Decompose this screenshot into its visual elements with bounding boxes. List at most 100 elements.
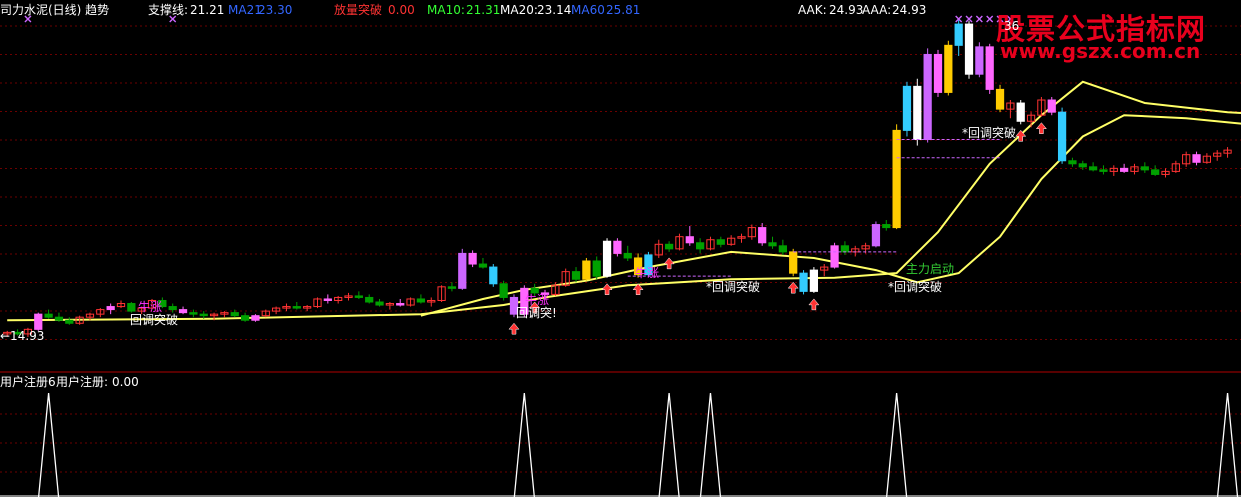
candle-body bbox=[592, 260, 601, 277]
ma21-value: 23.30 bbox=[258, 3, 293, 17]
stock-chart[interactable] bbox=[0, 0, 1241, 497]
candle-body bbox=[840, 245, 850, 253]
candle-body bbox=[447, 286, 457, 289]
candle-body bbox=[571, 271, 581, 280]
buy-arrow-icon bbox=[508, 322, 520, 335]
subpanel-label: 用户注册: bbox=[56, 375, 109, 389]
subpanel-title: 用户注册6 bbox=[0, 375, 56, 389]
ma20-label: MA20: bbox=[500, 3, 538, 17]
candle-body bbox=[230, 312, 239, 317]
candle-body bbox=[1140, 166, 1149, 171]
candle-body bbox=[54, 316, 64, 321]
candle-body bbox=[489, 266, 498, 285]
candle-body bbox=[923, 53, 932, 140]
buy-arrow-icon bbox=[1035, 122, 1047, 134]
candle-body bbox=[189, 312, 198, 315]
candle-body bbox=[830, 245, 839, 268]
candle-body bbox=[178, 309, 188, 314]
candle-body bbox=[44, 313, 53, 318]
signal-spike bbox=[699, 392, 722, 497]
candle-body bbox=[323, 298, 332, 301]
candle-body bbox=[944, 44, 953, 93]
candle-body bbox=[292, 306, 301, 309]
watermark: 股票公式指标网 www.gszx.com.cn bbox=[996, 6, 1231, 64]
chart-title: 司力水泥(日线) 趋势 bbox=[0, 3, 110, 17]
signal-cross-icon bbox=[975, 15, 983, 23]
candle-body bbox=[778, 245, 787, 253]
ma21-label: MA21 bbox=[228, 3, 262, 17]
candle-body bbox=[354, 295, 363, 298]
subpanel-value: 0.00 bbox=[112, 375, 139, 389]
annotation-pullback-breakout: *回调突破 bbox=[888, 280, 943, 294]
buy-arrow-icon bbox=[601, 283, 613, 295]
high-price-label: 36 bbox=[1004, 19, 1020, 33]
ma-line-2 bbox=[420, 114, 1241, 317]
annotation-bull-rise: 牛涨 bbox=[138, 300, 163, 314]
ma10-value: 21.31 bbox=[466, 3, 501, 17]
candle-body bbox=[1068, 160, 1077, 165]
support-label: 支撑线: bbox=[148, 3, 189, 17]
candle-body bbox=[478, 263, 488, 268]
ma60-value: 25.81 bbox=[606, 3, 641, 17]
candle-body bbox=[995, 88, 1005, 110]
candle-body bbox=[985, 46, 994, 90]
candle-body bbox=[1078, 163, 1087, 168]
candle-body bbox=[240, 315, 250, 321]
signal-spike bbox=[1216, 392, 1239, 497]
aak-value: 24.93 bbox=[829, 3, 864, 17]
candle-body bbox=[1099, 169, 1108, 172]
signal-cross-icon bbox=[986, 15, 994, 23]
candle-body bbox=[1151, 169, 1160, 175]
candle-body bbox=[199, 313, 208, 317]
candle-body bbox=[758, 227, 767, 244]
candle-body bbox=[954, 23, 963, 46]
annotation-bull-rise: 牛涨 bbox=[635, 266, 660, 280]
signal-spike bbox=[658, 392, 680, 497]
candle-body bbox=[1057, 111, 1067, 162]
candle-body bbox=[913, 85, 922, 140]
chart-stage[interactable]: 司力水泥(日线) 趋势 支撑线: 21.21 MA21 23.30 放量突破 0… bbox=[0, 0, 1241, 497]
candle-body bbox=[964, 23, 974, 75]
candle-body bbox=[623, 252, 632, 259]
candle-body bbox=[251, 315, 260, 321]
ma-line bbox=[7, 80, 1241, 322]
ma20-value: 23.14 bbox=[537, 3, 572, 17]
candle-body bbox=[1047, 99, 1056, 113]
candle-body bbox=[602, 240, 612, 277]
candle-body bbox=[613, 240, 622, 254]
candle-body bbox=[882, 224, 891, 229]
candle-body bbox=[933, 53, 943, 93]
annotation-bull-rise: 牛涨 bbox=[525, 293, 550, 307]
candle-body bbox=[809, 269, 819, 292]
candle-body bbox=[696, 242, 705, 250]
watermark-url: www.gszx.com.cn bbox=[1000, 39, 1201, 63]
candle-body bbox=[416, 298, 426, 303]
candle-body bbox=[892, 129, 901, 229]
candle-body bbox=[902, 85, 912, 131]
candle-body bbox=[1016, 102, 1025, 122]
candle-body bbox=[1192, 154, 1201, 163]
annotation-main-force-start: 主力启动 bbox=[906, 262, 955, 276]
candle-body bbox=[716, 239, 725, 245]
breakout-value: 0.00 bbox=[388, 3, 415, 17]
candle-body bbox=[685, 236, 694, 244]
buy-arrow-icon bbox=[787, 281, 799, 294]
candle-body bbox=[975, 46, 984, 75]
buy-arrow-icon bbox=[663, 257, 675, 270]
buy-arrow-icon bbox=[808, 298, 820, 311]
breakout-label: 放量突破 bbox=[334, 3, 383, 17]
aak-label: AAK: bbox=[798, 3, 827, 17]
aaa-value: 24.93 bbox=[892, 3, 927, 17]
candle-body bbox=[168, 306, 177, 311]
signal-spike bbox=[513, 392, 535, 497]
low-price-label: ←14.93 bbox=[0, 329, 45, 343]
annotation-pullback-breakout: *回调突破 bbox=[706, 280, 761, 294]
candle-body bbox=[468, 252, 477, 265]
candle-body bbox=[106, 306, 115, 311]
ma10-label: MA10: bbox=[427, 3, 465, 17]
aaa-label: AAA: bbox=[862, 3, 892, 17]
candle-body bbox=[365, 296, 374, 303]
ma60-label: MA60 bbox=[571, 3, 605, 17]
candle-body bbox=[375, 301, 384, 306]
candle-body bbox=[1120, 167, 1129, 172]
